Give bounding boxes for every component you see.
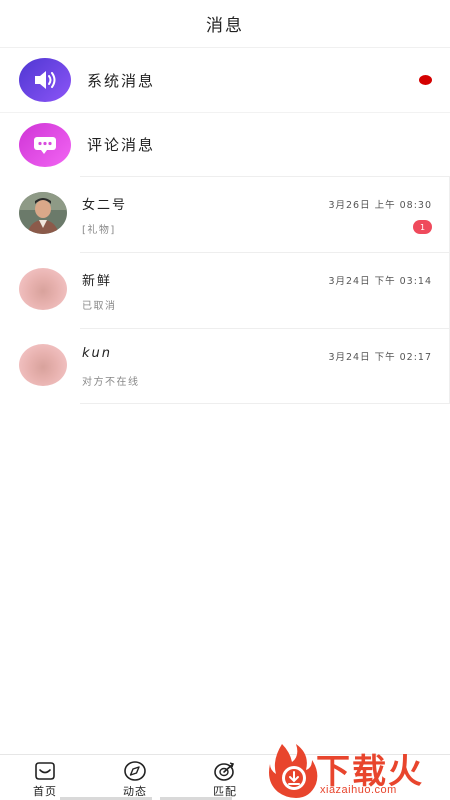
chat-card — [80, 328, 450, 404]
chat-preview: [礼物] — [82, 225, 116, 236]
page-title: 消息 — [206, 16, 244, 36]
watermark-logo: 下载火 xiazaihuo.com — [264, 742, 450, 800]
unread-badge: 1 — [413, 220, 432, 234]
chat-preview: 已取消 — [82, 301, 117, 312]
comment-messages-label: 评论消息 — [87, 136, 156, 154]
avatar[interactable] — [19, 344, 67, 386]
flame-download-icon — [269, 744, 318, 798]
chat-list: 女二号 3月26日 上午 08:30 [礼物] 1 新鲜 3月24日 下午 03… — [0, 176, 450, 404]
chat-row[interactable]: 女二号 3月26日 上午 08:30 [礼物] 1 — [0, 176, 450, 252]
watermark-url: xiazaihuo.com — [320, 784, 397, 796]
target-icon — [214, 762, 234, 781]
chat-row[interactable]: 新鲜 3月24日 下午 03:14 已取消 — [0, 252, 450, 328]
tab-moments[interactable]: 动态 — [105, 761, 165, 799]
avatar[interactable] — [19, 192, 67, 234]
chat-time: 3月26日 上午 08:30 — [328, 200, 432, 211]
chat-time: 3月24日 下午 02:17 — [328, 352, 432, 363]
chat-card — [80, 176, 450, 252]
system-messages-row[interactable]: 系统消息 — [0, 48, 450, 112]
speaker-icon — [19, 58, 71, 102]
chat-name: kun — [82, 346, 113, 361]
chat-name: 新鲜 — [82, 274, 113, 289]
tab-match[interactable]: 匹配 — [195, 761, 255, 799]
unread-dot — [419, 75, 432, 85]
chat-preview: 对方不在线 — [82, 377, 140, 388]
system-messages-label: 系统消息 — [87, 71, 156, 90]
chat-row[interactable]: kun 3月24日 下午 02:17 对方不在线 — [0, 328, 450, 404]
home-icon — [35, 762, 55, 780]
chat-bubble-icon — [19, 122, 71, 167]
chat-card — [80, 252, 450, 328]
tab-home[interactable]: 首页 — [15, 761, 75, 799]
chat-time: 3月24日 下午 03:14 — [328, 276, 432, 287]
comment-messages-row[interactable]: 评论消息 — [0, 112, 450, 176]
tab-label: 首页 — [33, 785, 57, 798]
avatar[interactable] — [19, 268, 67, 310]
header: 消息 — [0, 0, 450, 48]
compass-icon — [124, 761, 146, 781]
chat-name: 女二号 — [82, 198, 128, 213]
